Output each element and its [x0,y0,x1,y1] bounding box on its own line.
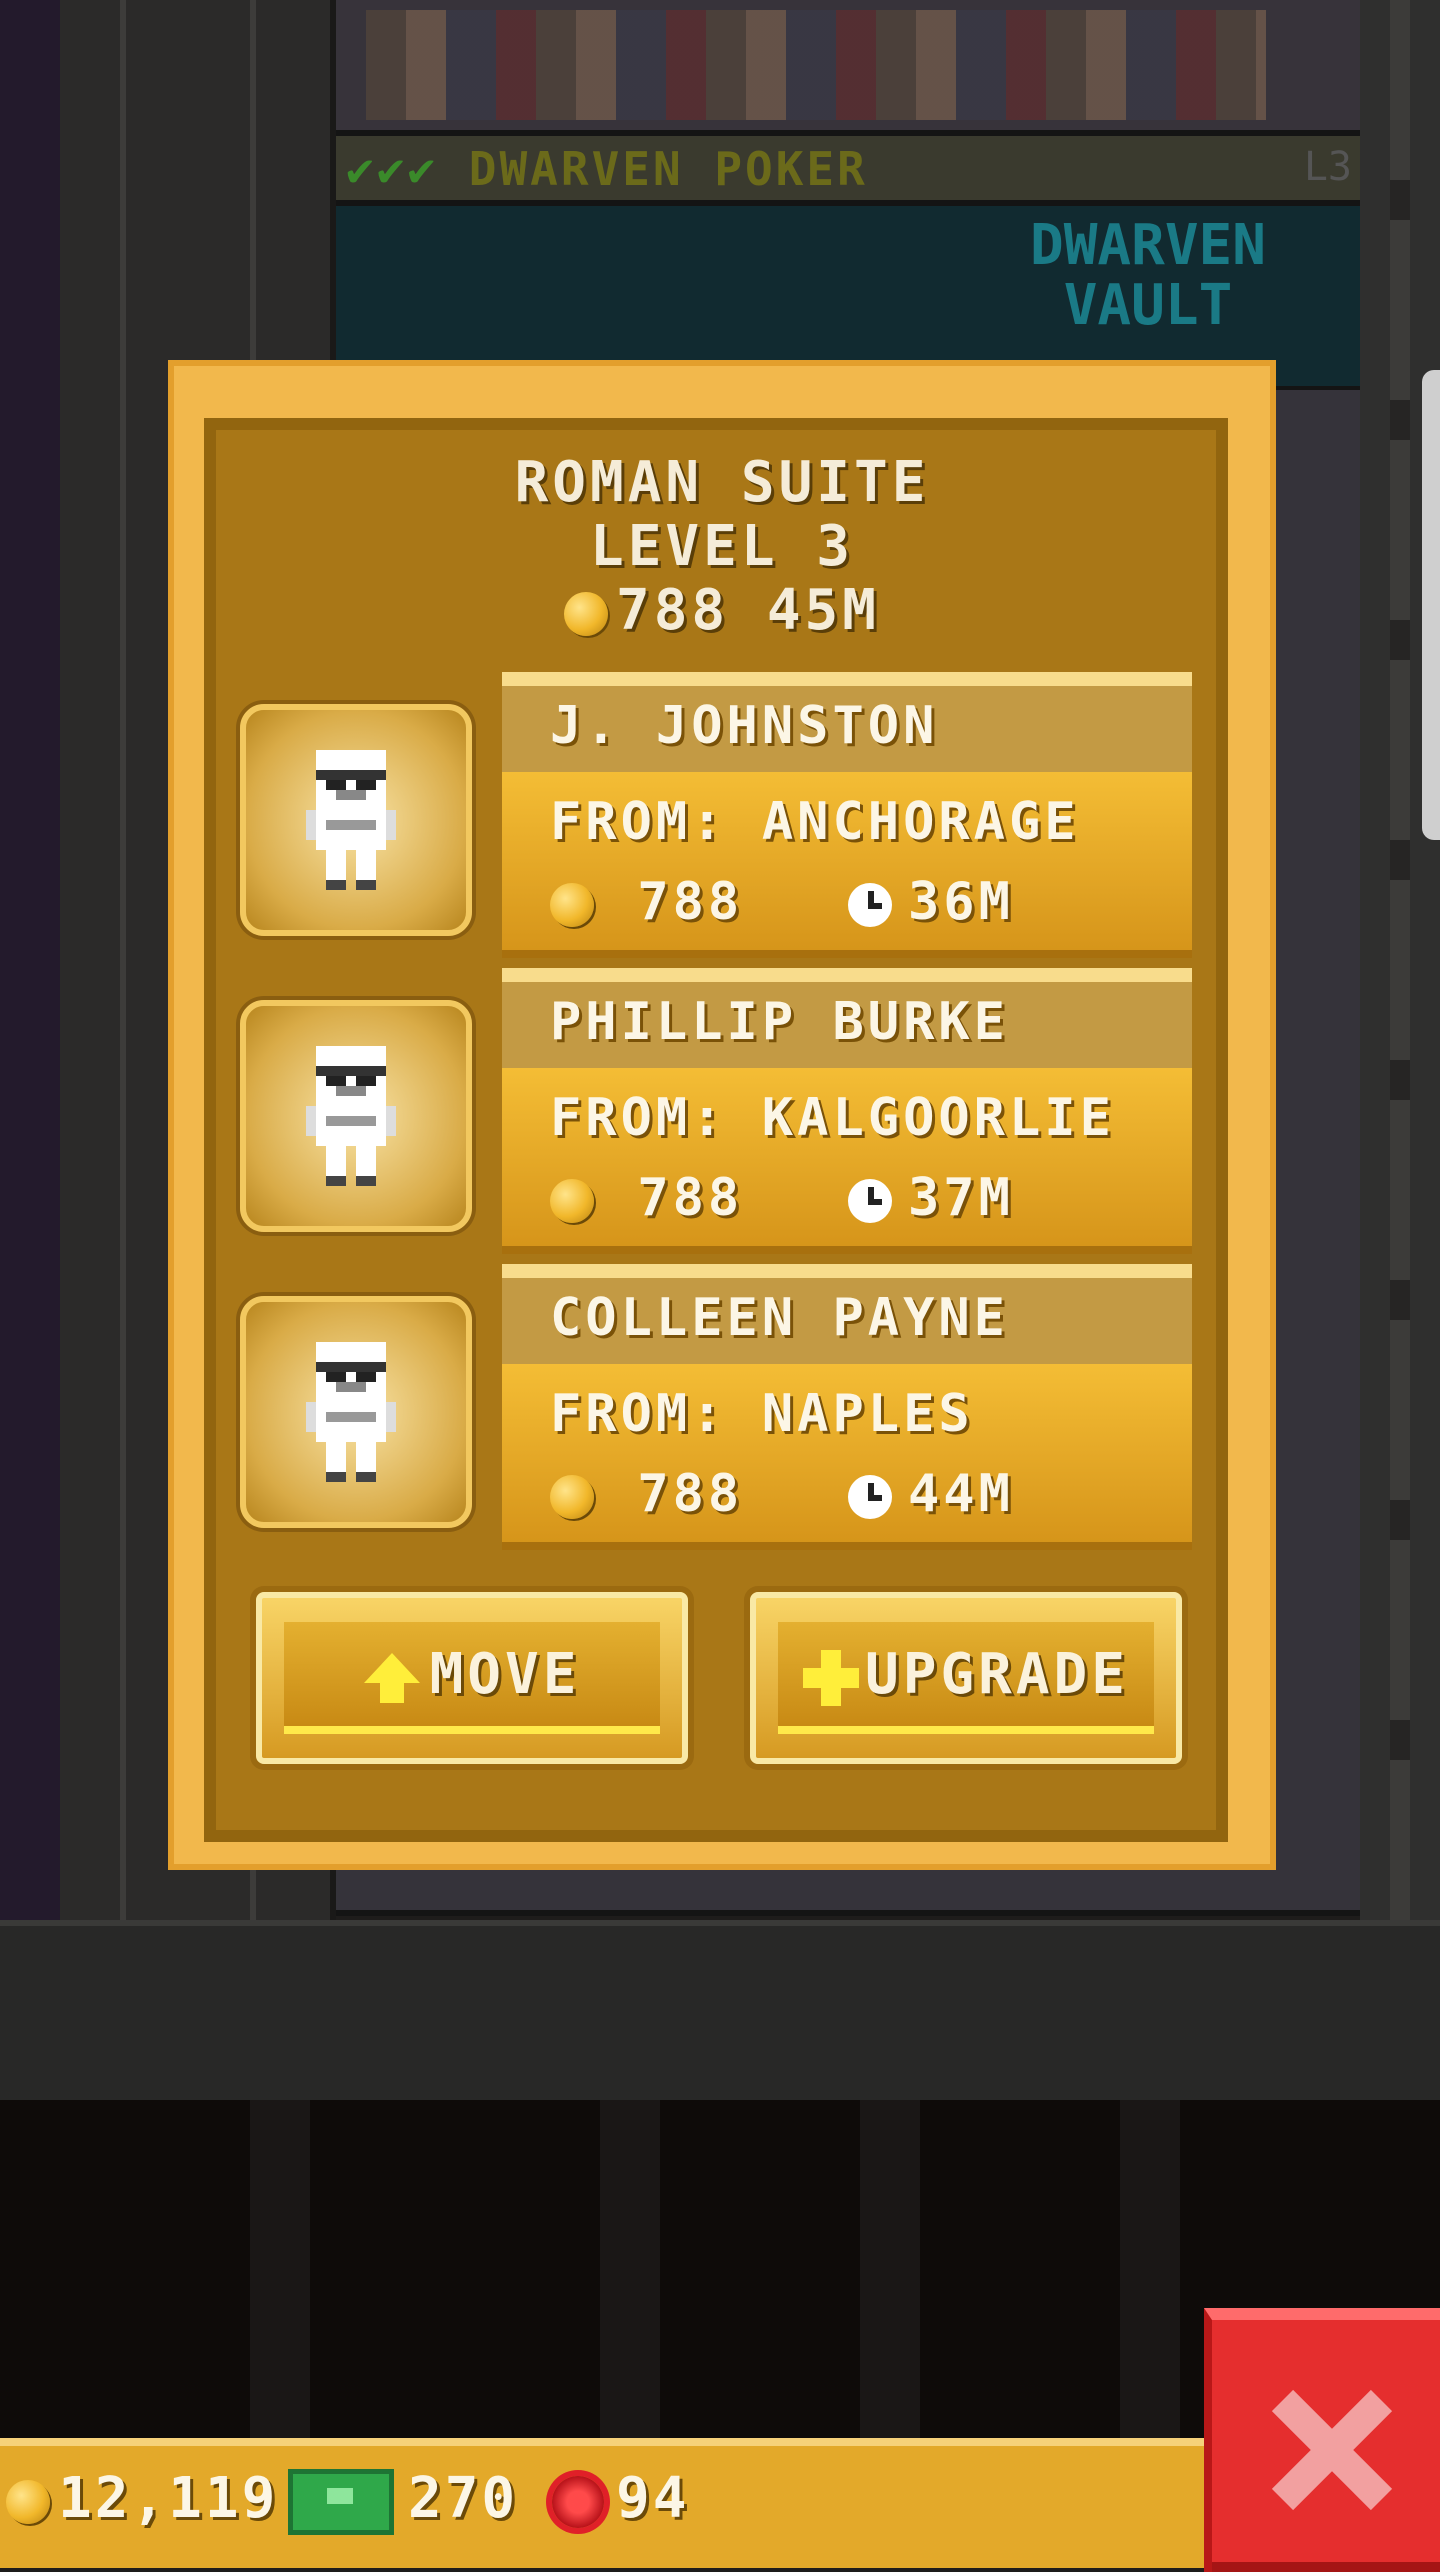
dialog-title: ROMAN SUITE [514,450,930,515]
resident-time: 37M [848,1168,1014,1228]
resident-card[interactable]: PHILLIP BURKE FROM: KALGOORLIE 788 37M [502,968,1192,1254]
resident-card[interactable]: COLLEEN PAYNE FROM: NAPLES 788 44M [502,1264,1192,1550]
clock-icon [848,1475,892,1519]
resident-name: J. JOHNSTON [550,696,939,756]
resident-coins: 788 [550,1168,743,1228]
vault-sign: DWARVEN VAULT [1029,213,1266,338]
right-rail [1360,0,1440,1920]
clock-icon [848,883,892,927]
close-icon [1272,2390,1392,2510]
bux-icon [552,2475,604,2528]
upgrade-button[interactable]: UPGRADE [750,1592,1182,1764]
close-button[interactable] [1204,2308,1440,2572]
checkmarks-icon: ✔✔✔ [346,142,439,196]
resident-avatar[interactable] [240,704,472,936]
resident-time: 36M [848,872,1014,932]
floor-level: L3 [1303,144,1352,190]
token-balance[interactable]: 94 [552,2466,689,2531]
clock-icon [848,1179,892,1223]
bux-balance[interactable]: 270 [288,2466,518,2535]
move-button[interactable]: MOVE [256,1592,688,1764]
stormtrooper-icon [306,1046,396,1186]
coin-balance[interactable]: 12,119 [6,2466,278,2531]
side-scroll-tab[interactable] [1422,370,1440,840]
resident-name: COLLEEN PAYNE [550,1288,1009,1348]
stormtrooper-icon [306,1342,396,1482]
resident-card[interactable]: J. JOHNSTON FROM: ANCHORAGE 788 36M [502,672,1192,958]
floor-dwarven-poker[interactable]: ✔✔✔ DWARVEN POKER L3 [336,136,1360,206]
resident-avatar[interactable] [240,1296,472,1528]
resident-origin: FROM: NAPLES [550,1384,974,1444]
stormtrooper-icon [306,750,396,890]
coin-icon [6,2479,50,2524]
resident-origin: FROM: ANCHORAGE [550,792,1080,852]
coin-icon [550,1179,594,1223]
floor-name: ✔✔✔ DWARVEN POKER [346,142,868,196]
plus-icon [802,1649,859,1706]
arrow-up-icon [363,1652,420,1703]
resident-avatar[interactable] [240,1000,472,1232]
coin-icon [550,1475,594,1519]
ground-level [0,1920,1440,2106]
coin-icon [550,883,594,927]
dialog-rent: 788 45M [168,578,1276,643]
resident-time: 44M [848,1464,1014,1524]
floor-top[interactable] [336,0,1360,136]
coin-icon [563,591,608,636]
resident-coins: 788 [550,872,743,932]
cash-icon [288,2468,394,2535]
resident-origin: FROM: KALGOORLIE [550,1088,1115,1148]
resident-coins: 788 [550,1464,743,1524]
dialog-level: LEVEL 3 [589,514,854,579]
sky-left [0,0,60,1920]
resident-name: PHILLIP BURKE [550,992,1009,1052]
